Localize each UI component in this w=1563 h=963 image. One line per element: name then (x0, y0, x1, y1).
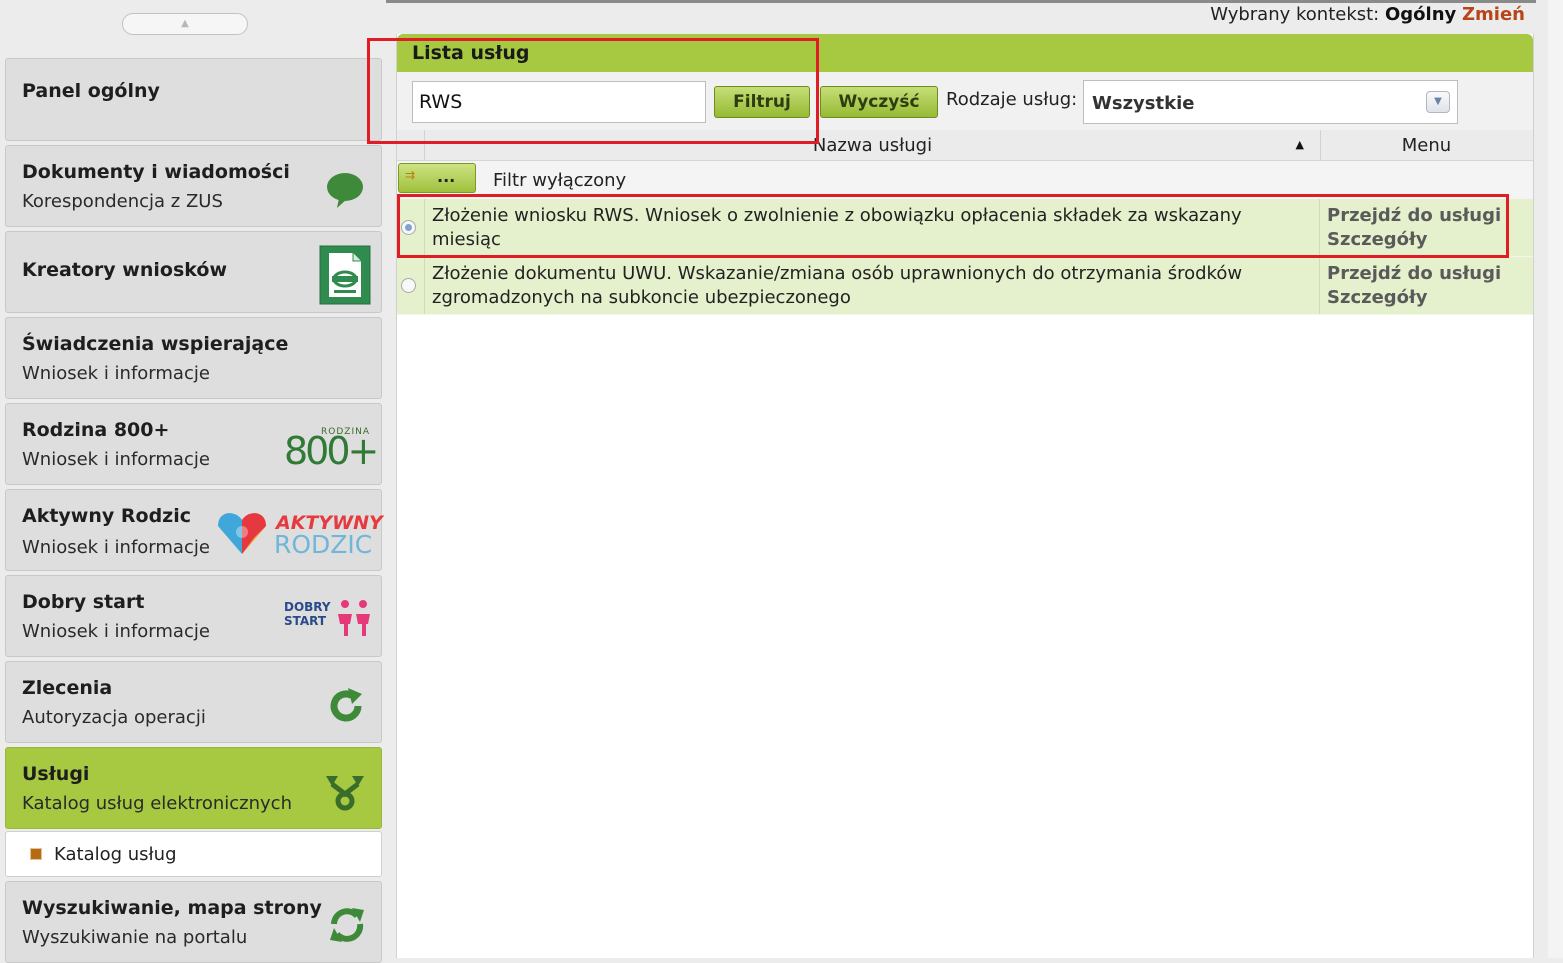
clear-button[interactable]: Wyczyść (820, 86, 938, 118)
sidebar-subitem-label: Katalog usług (54, 844, 177, 865)
chevron-up-icon: ▲ (181, 18, 189, 29)
services-panel: Lista usług Filtruj Wyczyść Rodzaje usłu… (396, 34, 1534, 958)
sidebar-item-subtitle: Wniosek i informacje (22, 621, 210, 642)
sidebar-item-kreatory[interactable]: Kreatory wniosków (5, 231, 382, 313)
sidebar-item-title: Dokumenty i wiadomości (22, 161, 290, 183)
row-radio[interactable] (401, 278, 416, 293)
sidebar-item-title: Dobry start (22, 591, 145, 613)
chevron-down-icon[interactable]: ▼ (1426, 91, 1450, 113)
sync-arrows-icon (330, 908, 364, 942)
rodzina-800-logo: RODZINA 800+ (284, 427, 379, 473)
highlight-box-row (397, 194, 1509, 258)
row-gutter (424, 257, 425, 314)
filter-arrows-icon: ⇉ (405, 168, 416, 182)
sidebar-item-title: Usługi (22, 763, 90, 785)
merge-arrows-icon (326, 776, 364, 811)
document-form-icon (319, 245, 371, 305)
sidebar-item-zlecenia[interactable]: Zlecenia Autoryzacja operacji (5, 661, 382, 743)
sidebar-item-title: Kreatory wniosków (22, 259, 227, 281)
sidebar-item-rodzina-800[interactable]: Rodzina 800+ Wniosek i informacje RODZIN… (5, 403, 382, 485)
sidebar-item-swiadczenia[interactable]: Świadczenia wspierające Wniosek i inform… (5, 317, 382, 399)
page-scrollbar[interactable] (1548, 0, 1563, 958)
details-link[interactable]: Szczegóły (1327, 286, 1501, 310)
sidebar-item-dobry-start[interactable]: Dobry start Wniosek i informacje DOBRY S… (5, 575, 382, 657)
sidebar-item-title: Świadczenia wspierające (22, 333, 289, 355)
sidebar-item-dokumenty[interactable]: Dokumenty i wiadomości Korespondencja z … (5, 145, 382, 227)
filter-options-button[interactable]: ⇉ ... (398, 163, 476, 193)
bullet-icon (30, 848, 42, 860)
go-to-service-link[interactable]: Przejdź do usługi (1327, 262, 1501, 286)
sidebar-item-wyszukiwanie[interactable]: Wyszukiwanie, mapa strony Wyszukiwanie n… (5, 881, 382, 963)
table-row[interactable]: Złożenie dokumentu UWU. Wskazanie/zmiana… (397, 257, 1533, 315)
sidebar-item-panel-ogolny[interactable]: Panel ogólny (5, 58, 382, 141)
refresh-arrow-icon (330, 688, 362, 722)
scroll-up-button[interactable]: ▲ (122, 13, 248, 35)
sidebar-item-subtitle: Korespondencja z ZUS (22, 191, 223, 212)
sidebar-item-subtitle: Wniosek i informacje (22, 363, 210, 384)
filter-status-text: Filtr wyłączony (493, 170, 627, 191)
aktywny-rodzic-heart-icon (218, 513, 266, 554)
context-value: Ogólny (1384, 4, 1457, 25)
sidebar-item-subtitle: Wniosek i informacje (22, 449, 210, 470)
sidebar-item-title: Wyszukiwanie, mapa strony (22, 897, 322, 919)
sidebar: ▲ Panel ogólny Dokumenty i wiadomości Ko… (0, 0, 386, 963)
sidebar-item-title: Panel ogólny (22, 80, 160, 102)
column-header-menu-label: Menu (1401, 135, 1452, 156)
change-context-link[interactable]: Zmień (1462, 4, 1525, 25)
sidebar-item-uslugi[interactable]: Usługi Katalog usług elektronicznych (5, 747, 382, 829)
speech-bubble-icon (327, 173, 363, 208)
context-label: Wybrany kontekst: (1210, 4, 1380, 25)
sidebar-subitem-katalog-uslug[interactable]: Katalog usług (5, 831, 382, 877)
context-bar: Wybrany kontekst: Ogólny Zmień (1210, 4, 1525, 25)
service-name: Złożenie dokumentu UWU. Wskazanie/zmiana… (432, 262, 1243, 308)
sidebar-item-subtitle: Wyszukiwanie na portalu (22, 927, 248, 948)
row-menu: Przejdź do usługi Szczegóły (1327, 262, 1501, 310)
service-types-label: Rodzaje usług: (946, 89, 1078, 110)
aktywny-rodzic-logo: AKTYWNY RODZIC (274, 512, 383, 559)
sidebar-item-subtitle: Autoryzacja operacji (22, 707, 206, 728)
sidebar-item-subtitle: Wniosek i informacje (22, 537, 210, 558)
column-header-menu: Menu (1321, 130, 1532, 160)
sidebar-item-title: Rodzina 800+ (22, 419, 170, 441)
highlight-box-search (367, 38, 819, 144)
dobry-start-logo: DOBRY START (284, 600, 331, 628)
service-types-select[interactable]: Wszystkie ▼ (1083, 80, 1458, 124)
sidebar-item-aktywny-rodzic[interactable]: Aktywny Rodzic Wniosek i informacje AKTY… (5, 489, 383, 571)
sort-ascending-icon[interactable]: ▲ (1296, 138, 1304, 151)
top-divider (386, 0, 1536, 3)
sidebar-item-title: Aktywny Rodzic (22, 505, 192, 527)
children-icon (338, 600, 370, 636)
sidebar-item-subtitle: Katalog usług elektronicznych (22, 793, 292, 814)
sidebar-item-title: Zlecenia (22, 677, 113, 699)
row-divider (1319, 257, 1320, 314)
filter-options-dots: ... (437, 167, 456, 186)
service-types-value: Wszystkie (1092, 93, 1195, 114)
